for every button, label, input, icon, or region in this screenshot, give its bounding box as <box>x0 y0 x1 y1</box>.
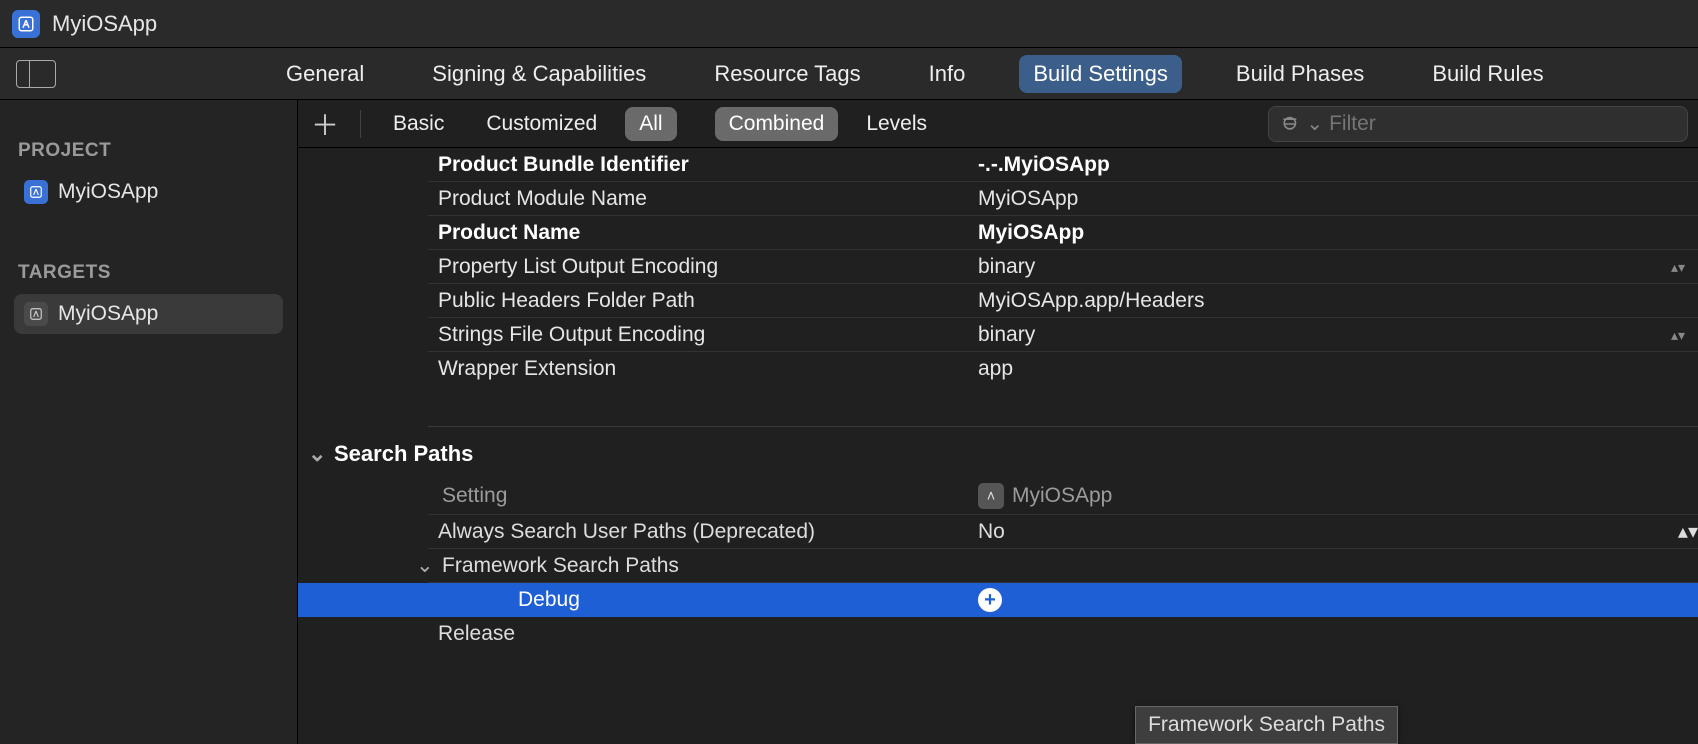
app-icon <box>12 10 40 38</box>
sidebar-targets-heading: TARGETS <box>18 262 279 284</box>
setting-row-always-search[interactable]: Always Search User Paths (Deprecated) No… <box>428 515 1698 549</box>
content-area: ＋ Basic Customized All Combined Levels ⌄… <box>298 100 1698 744</box>
setting-label: Product Bundle Identifier <box>428 153 978 177</box>
add-button[interactable]: ＋ <box>308 107 342 141</box>
project-title: MyiOSApp <box>52 11 157 37</box>
setting-row[interactable]: Strings File Output Encoding binary ▴▾ <box>428 318 1698 352</box>
setting-label: Product Module Name <box>428 187 978 211</box>
tooltip: Framework Search Paths <box>1135 706 1398 744</box>
setting-value[interactable]: app <box>978 357 1666 381</box>
setting-row[interactable]: Product Module Name MyiOSApp <box>428 182 1698 216</box>
tab-build-phases[interactable]: Build Phases <box>1222 55 1378 93</box>
scope-all[interactable]: All <box>625 107 676 141</box>
column-setting: Setting <box>428 484 978 508</box>
tab-info[interactable]: Info <box>915 55 980 93</box>
section-search-paths[interactable]: ⌄ Search Paths <box>298 427 1698 477</box>
add-value-button[interactable]: + <box>978 588 1002 612</box>
scope-combined[interactable]: Combined <box>715 107 839 141</box>
editor-tabbar: General Signing & Capabilities Resource … <box>0 48 1698 100</box>
disclosure-icon[interactable]: ⌄ <box>308 441 328 467</box>
setting-label: Public Headers Folder Path <box>428 289 978 313</box>
setting-label: Always Search User Paths (Deprecated) <box>428 520 978 544</box>
sidebar-project-item[interactable]: MyiOSApp <box>14 172 283 212</box>
setting-value[interactable]: No <box>978 520 1678 544</box>
tab-build-rules[interactable]: Build Rules <box>1418 55 1557 93</box>
setting-row[interactable]: Public Headers Folder Path MyiOSApp.app/… <box>428 284 1698 318</box>
setting-row-framework-search-paths[interactable]: ⌄ Framework Search Paths <box>428 549 1698 583</box>
panel-toggle-icon[interactable] <box>16 60 56 88</box>
scope-levels[interactable]: Levels <box>852 107 941 141</box>
tab-signing[interactable]: Signing & Capabilities <box>418 55 660 93</box>
setting-row-release[interactable]: Release <box>428 617 1698 651</box>
sidebar-project-heading: PROJECT <box>18 140 279 162</box>
setting-label: Framework Search Paths <box>442 554 679 578</box>
setting-value[interactable]: -.-.MyiOSApp <box>978 153 1666 177</box>
target-mini-icon <box>978 483 1004 509</box>
editor-tabs: General Signing & Capabilities Resource … <box>272 55 1558 93</box>
setting-row[interactable]: Product Name MyiOSApp <box>428 216 1698 250</box>
setting-value[interactable]: MyiOSApp.app/Headers <box>978 289 1666 313</box>
setting-label: Debug <box>508 588 978 612</box>
setting-row[interactable]: Property List Output Encoding binary ▴▾ <box>428 250 1698 284</box>
section-title: Search Paths <box>334 441 473 467</box>
setting-label: Wrapper Extension <box>428 357 978 381</box>
dropdown-indicator-icon[interactable]: ▴▾ <box>1678 519 1698 544</box>
divider <box>360 110 361 138</box>
filter-icon <box>1281 113 1300 135</box>
project-icon <box>24 180 48 204</box>
column-target: MyiOSApp <box>1012 484 1112 508</box>
setting-label: Product Name <box>428 221 978 245</box>
setting-label: Release <box>428 622 978 646</box>
titlebar: MyiOSApp <box>0 0 1698 48</box>
dropdown-indicator-icon[interactable]: ▴▾ <box>1666 328 1690 342</box>
sidebar-target-item[interactable]: MyiOSApp <box>14 294 283 334</box>
tab-general[interactable]: General <box>272 55 378 93</box>
filter-input[interactable] <box>1329 112 1675 136</box>
scope-customized[interactable]: Customized <box>472 107 611 141</box>
tab-resource-tags[interactable]: Resource Tags <box>700 55 874 93</box>
column-headers: Setting MyiOSApp <box>428 477 1698 515</box>
setting-value[interactable]: MyiOSApp <box>978 221 1666 245</box>
scope-basic[interactable]: Basic <box>379 107 458 141</box>
setting-row[interactable]: Product Bundle Identifier -.-.MyiOSApp <box>428 148 1698 182</box>
settings-table[interactable]: Product Bundle Identifier -.-.MyiOSApp P… <box>298 148 1698 744</box>
project-sidebar: PROJECT MyiOSApp TARGETS MyiOSApp <box>0 100 298 744</box>
filter-search[interactable]: ⌄ <box>1268 106 1688 142</box>
filter-bar: ＋ Basic Customized All Combined Levels ⌄ <box>298 100 1698 148</box>
target-icon <box>24 302 48 326</box>
setting-label: Strings File Output Encoding <box>428 323 978 347</box>
setting-value[interactable]: MyiOSApp <box>978 187 1666 211</box>
disclosure-icon[interactable]: ⌄ <box>416 553 436 578</box>
sidebar-project-label: MyiOSApp <box>58 180 158 204</box>
dropdown-indicator-icon[interactable]: ▴▾ <box>1666 260 1690 274</box>
setting-value[interactable]: + <box>978 588 1698 612</box>
setting-row-debug[interactable]: Debug + <box>298 583 1698 617</box>
setting-label: Property List Output Encoding <box>428 255 978 279</box>
setting-value[interactable]: binary <box>978 323 1666 347</box>
tab-build-settings[interactable]: Build Settings <box>1019 55 1182 93</box>
chevron-down-icon[interactable]: ⌄ <box>1306 111 1323 136</box>
setting-row[interactable]: Wrapper Extension app <box>428 352 1698 386</box>
sidebar-target-label: MyiOSApp <box>58 302 158 326</box>
setting-value[interactable]: binary <box>978 255 1666 279</box>
